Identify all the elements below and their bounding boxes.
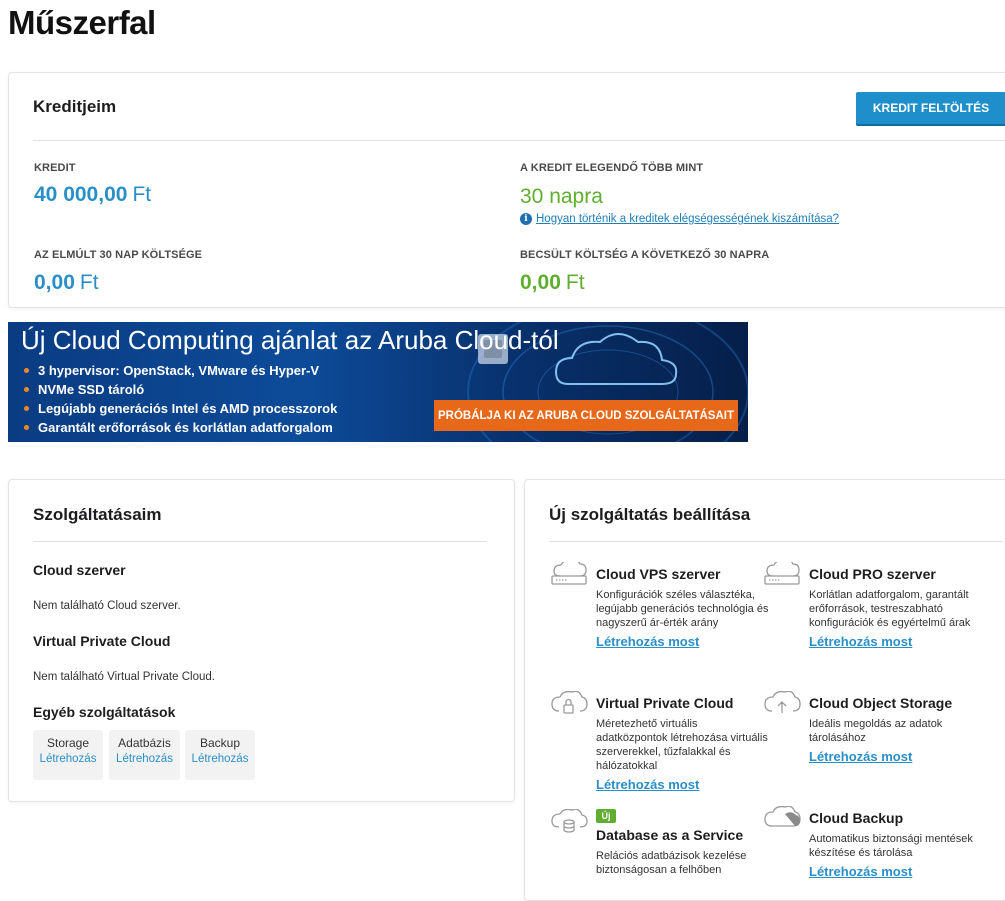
info-icon: i [520,213,532,225]
promo-banner[interactable]: Új Cloud Computing ajánlat az Aruba Clou… [8,322,748,442]
service-title: Cloud Object Storage [809,695,953,711]
backup-chip: Backup Létrehozás [185,730,255,780]
chip-name: Storage [46,736,90,750]
credits-divider [33,140,1005,141]
credit-value: 40 000,00 Ft [34,183,152,206]
credit-topup-button[interactable]: KREDIT FELTÖLTÉS [856,92,1005,124]
service-desc: Korlátlan adatforgalom, garantált erőfor… [809,589,971,629]
backup-create-link[interactable]: Létrehozás [185,753,255,765]
page-title: Műszerfal [8,4,156,41]
banner-features: 3 hypervisor: OpenStack, VMware és Hyper… [24,361,337,437]
credits-title: Kreditjeim [33,97,117,116]
service-desc: Méretezhető virtuális adatközpontok létr… [596,718,768,772]
credit-enough-value: 30 napra [520,185,603,208]
cloud-database-icon [551,809,588,833]
server-cloud-icon [551,562,587,585]
credit-calc-info-link[interactable]: i Hogyan történik a kreditek elégségessé… [520,213,839,225]
create-cloud-backup-link[interactable]: Létrehozás most [809,864,984,879]
service-desc: Relációs adatbázisok kezelése biztonságo… [596,850,747,876]
try-aruba-cloud-button[interactable]: PRÓBÁLJA KI AZ ARUBA CLOUD SZOLGÁLTATÁSA… [434,400,738,431]
banner-feature: Legújabb generációs Intel és AMD process… [24,399,337,418]
service-title: Cloud Backup [809,810,904,826]
chip-name: Adatbázis [118,736,171,750]
cloud-upload-icon [764,691,801,713]
forecast-label: BECSÜLT KÖLTSÉG A KÖVETKEZŐ 30 NAPRA [520,249,770,261]
past-cost-value: 0,00 Ft [34,271,99,294]
forecast-value: 0,00 Ft [520,271,585,294]
my-services-divider [33,541,487,542]
cloud-server-empty: Nem található Cloud szerver. [33,600,181,612]
credit-enough-label: A KREDIT ELEGENDŐ TÖBB MINT [520,162,704,174]
service-title: Cloud VPS szerver [596,566,721,582]
service-dbaas: Database as a Service Relációs adatbázis… [551,809,771,877]
past-cost-label: AZ ELMÚLT 30 NAP KÖLTSÉGE [34,249,203,261]
database-create-link[interactable]: Létrehozás [109,753,180,765]
create-cloud-vps-link[interactable]: Létrehozás most [596,634,771,649]
banner-feature: 3 hypervisor: OpenStack, VMware és Hyper… [24,361,337,380]
cloud-lock-icon [551,691,588,714]
database-chip: Adatbázis Létrehozás [109,730,180,780]
service-title: Database as a Service [596,827,744,843]
vpc-heading: Virtual Private Cloud [33,633,171,649]
storage-chip: Storage Létrehozás [33,730,103,780]
create-cloud-pro-link[interactable]: Létrehozás most [809,634,984,649]
new-service-title: Új szolgáltatás beállítása [549,505,751,524]
service-object-storage: Cloud Object Storage Ideális megoldás az… [764,691,984,764]
server-cloud-icon [764,562,800,585]
new-badge: Új [596,809,616,823]
create-vpc-link[interactable]: Létrehozás most [596,777,771,792]
service-desc: Automatikus biztonsági mentések készítés… [809,833,973,859]
banner-feature: Garantált erőforrások és korlátlan adatf… [24,418,337,437]
credit-label: KREDIT [34,162,76,174]
banner-title: Új Cloud Computing ajánlat az Aruba Clou… [21,325,559,355]
service-title: Cloud PRO szerver [809,566,936,582]
vpc-empty: Nem található Virtual Private Cloud. [33,671,215,683]
credit-calc-info-text: Hogyan történik a kreditek elégségességé… [536,213,840,225]
service-title: Virtual Private Cloud [596,695,734,711]
service-desc: Ideális megoldás az adatok tárolásához [809,718,943,744]
my-services-title: Szolgáltatásaim [33,505,162,524]
cloud-backup-icon [764,806,801,827]
service-vpc: Virtual Private Cloud Méretezhető virtuá… [551,691,771,792]
banner-feature: NVMe SSD tároló [24,380,337,399]
cloud-server-heading: Cloud szerver [33,562,126,578]
new-service-divider [549,541,1003,542]
storage-create-link[interactable]: Létrehozás [33,753,103,765]
create-object-storage-link[interactable]: Létrehozás most [809,749,984,764]
chip-name: Backup [199,736,241,750]
service-cloud-backup: Cloud Backup Automatikus biztonsági ment… [764,806,984,879]
other-services-heading: Egyéb szolgáltatások [33,704,176,720]
service-desc: Konfigurációk széles választéka, legújab… [596,589,769,629]
service-cloud-vps: Cloud VPS szerver Konfigurációk széles v… [551,562,771,649]
service-cloud-pro: Cloud PRO szerver Korlátlan adatforgalom… [764,562,984,649]
